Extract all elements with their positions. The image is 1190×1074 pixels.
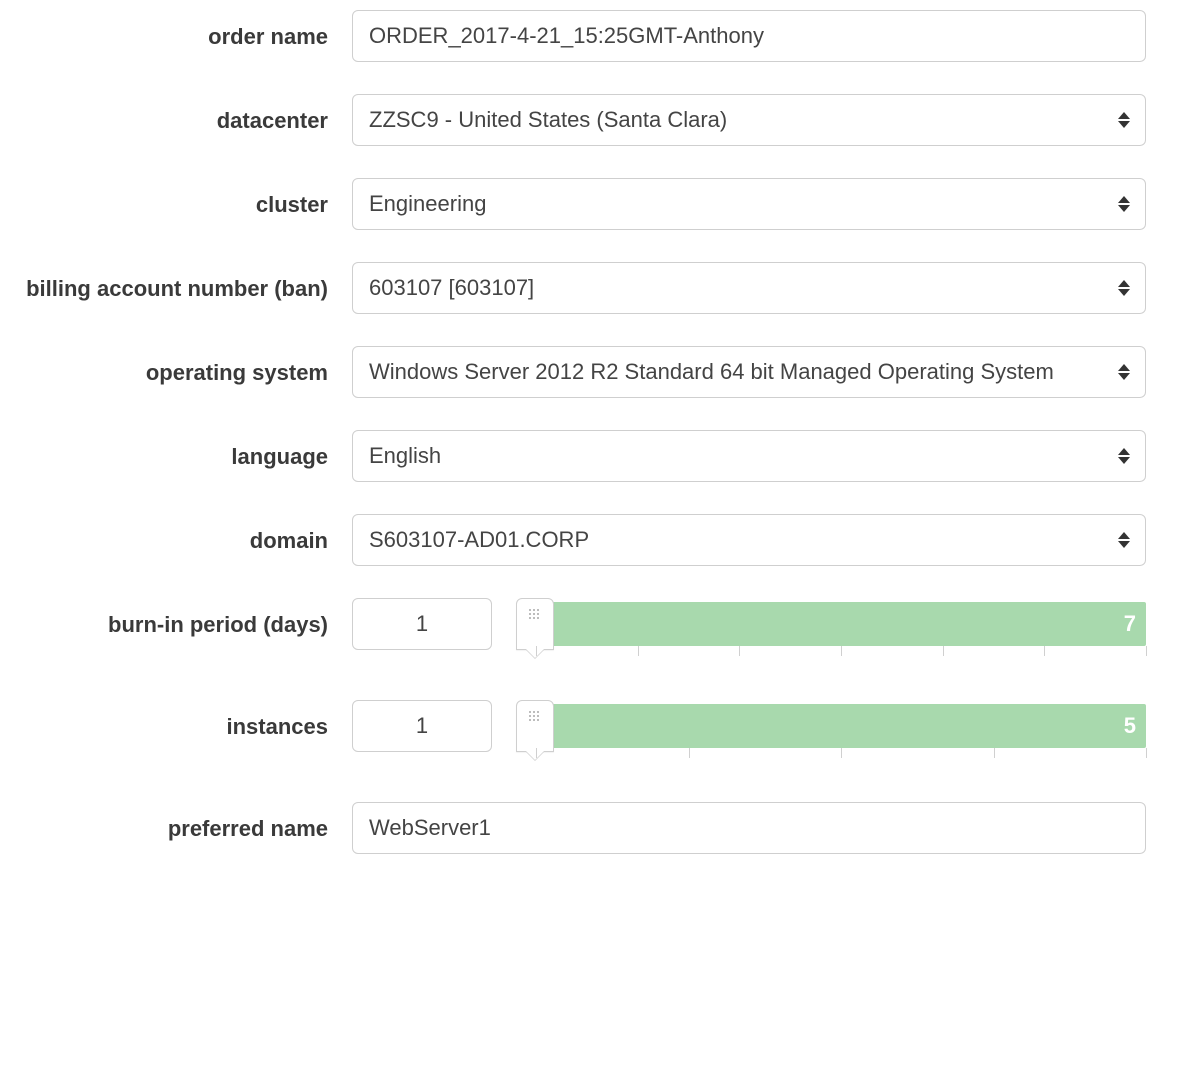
tick bbox=[994, 748, 995, 758]
slider-track: 7 bbox=[536, 602, 1146, 646]
language-selected-value: English bbox=[369, 443, 1099, 469]
row-domain: domain S603107-AD01.CORP bbox=[20, 514, 1146, 566]
row-language: language English bbox=[20, 430, 1146, 482]
grip-icon bbox=[529, 609, 541, 621]
order-form: order name datacenter ZZSC9 - United Sta… bbox=[0, 0, 1190, 894]
preferred-name-input[interactable] bbox=[352, 802, 1146, 854]
slider-track: 5 bbox=[536, 704, 1146, 748]
datacenter-selected-value: ZZSC9 - United States (Santa Clara) bbox=[369, 107, 1099, 133]
label-datacenter: datacenter bbox=[20, 94, 352, 136]
burn-in-slider[interactable]: 7 bbox=[510, 598, 1146, 668]
language-select[interactable]: English bbox=[352, 430, 1146, 482]
row-instances: instances 5 bbox=[20, 700, 1146, 770]
row-ban: billing account number (ban) 603107 [603… bbox=[20, 262, 1146, 314]
datacenter-select[interactable]: ZZSC9 - United States (Santa Clara) bbox=[352, 94, 1146, 146]
tick bbox=[739, 646, 740, 656]
burn-in-input[interactable] bbox=[352, 598, 492, 650]
label-cluster: cluster bbox=[20, 178, 352, 220]
tick bbox=[536, 748, 537, 758]
label-ban: billing account number (ban) bbox=[20, 262, 352, 304]
label-preferred-name: preferred name bbox=[20, 802, 352, 844]
ban-select[interactable]: 603107 [603107] bbox=[352, 262, 1146, 314]
row-os: operating system Windows Server 2012 R2 … bbox=[20, 346, 1146, 398]
label-os: operating system bbox=[20, 346, 352, 388]
slider-ticks bbox=[536, 748, 1146, 760]
tick bbox=[1146, 646, 1147, 656]
row-datacenter: datacenter ZZSC9 - United States (Santa … bbox=[20, 94, 1146, 146]
row-preferred-name: preferred name bbox=[20, 802, 1146, 854]
tick bbox=[689, 748, 690, 758]
label-burn-in: burn-in period (days) bbox=[20, 598, 352, 640]
domain-selected-value: S603107-AD01.CORP bbox=[369, 527, 1099, 553]
label-language: language bbox=[20, 430, 352, 472]
slider-handle[interactable] bbox=[516, 598, 554, 650]
instances-input[interactable] bbox=[352, 700, 492, 752]
tick bbox=[841, 646, 842, 656]
instances-max-label: 5 bbox=[1124, 713, 1136, 739]
label-order-name: order name bbox=[20, 10, 352, 52]
os-selected-value: Windows Server 2012 R2 Standard 64 bit M… bbox=[369, 359, 1099, 385]
row-burn-in: burn-in period (days) 7 bbox=[20, 598, 1146, 668]
label-domain: domain bbox=[20, 514, 352, 556]
tick bbox=[1146, 748, 1147, 758]
tick bbox=[943, 646, 944, 656]
instances-slider[interactable]: 5 bbox=[510, 700, 1146, 770]
cluster-select[interactable]: Engineering bbox=[352, 178, 1146, 230]
tick bbox=[638, 646, 639, 656]
slider-ticks bbox=[536, 646, 1146, 658]
row-order-name: order name bbox=[20, 10, 1146, 62]
label-instances: instances bbox=[20, 700, 352, 742]
ban-selected-value: 603107 [603107] bbox=[369, 275, 1099, 301]
tick bbox=[536, 646, 537, 656]
order-name-input[interactable] bbox=[352, 10, 1146, 62]
domain-select[interactable]: S603107-AD01.CORP bbox=[352, 514, 1146, 566]
os-select[interactable]: Windows Server 2012 R2 Standard 64 bit M… bbox=[352, 346, 1146, 398]
slider-handle[interactable] bbox=[516, 700, 554, 752]
burn-in-max-label: 7 bbox=[1124, 611, 1136, 637]
cluster-selected-value: Engineering bbox=[369, 191, 1099, 217]
row-cluster: cluster Engineering bbox=[20, 178, 1146, 230]
tick bbox=[841, 748, 842, 758]
tick bbox=[1044, 646, 1045, 656]
grip-icon bbox=[529, 711, 541, 723]
